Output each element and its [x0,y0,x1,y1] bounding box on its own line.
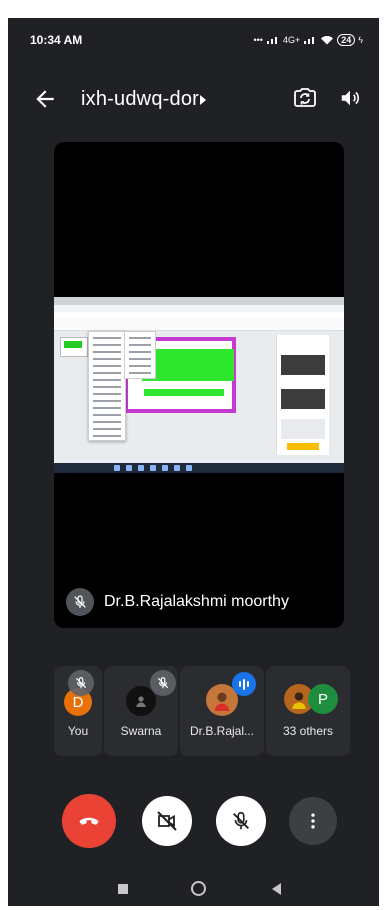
meeting-code[interactable]: ixh-udwq-dor [81,88,199,111]
dots-icon: ••• [253,35,263,45]
camera-off-icon [157,811,177,831]
wifi-icon [321,36,334,45]
meet-app-screen: 10:34 AM ••• 4G+ 24 ϟ ixh-udwq-dor Dr.B.… [8,18,379,906]
participant-label: You [67,724,89,738]
back-arrow-icon[interactable] [32,86,58,112]
battery-level: 24 [337,34,356,46]
back-button-icon[interactable] [272,883,281,895]
more-vert-icon [311,813,315,829]
participant-label: Dr.B.Rajal... [189,724,255,738]
signal-icon [266,37,277,44]
participant-tile-rajalakshmi[interactable]: Dr.B.Rajal... [180,666,264,756]
home-button-icon[interactable] [191,881,206,896]
end-call-icon [79,817,99,825]
avatar: P [308,684,338,714]
charging-icon: ϟ [358,35,363,45]
main-video-tile[interactable]: Dr.B.Rajalakshmi moorthy [54,142,344,628]
speaking-indicator-icon [232,672,256,696]
recents-button-icon[interactable] [118,884,128,894]
participant-label: Swarna [120,724,162,738]
more-options-button[interactable] [289,797,337,845]
participant-tile-swarna[interactable]: Swarna [104,666,178,756]
system-nav-bar [8,872,379,906]
network-badge: 4G+ [282,35,301,45]
mic-off-icon [66,588,94,616]
participant-strip: D You Swarna Dr.B.Rajal... P 33 others [54,666,350,756]
status-icons: ••• 4G+ 24 ϟ [253,34,363,46]
speaker-icon[interactable] [339,87,361,109]
end-call-button[interactable] [62,794,116,848]
mic-off-icon [233,811,249,830]
main-participant-name: Dr.B.Rajalakshmi moorthy [104,593,289,610]
camera-toggle-button[interactable] [142,796,192,846]
participant-tile-you[interactable]: D You [54,666,102,756]
signal-icon [304,37,315,44]
mic-toggle-button[interactable] [216,796,266,846]
main-tile-name-label: Dr.B.Rajalakshmi moorthy [66,588,289,616]
status-bar: 10:34 AM ••• 4G+ 24 ϟ [8,18,379,62]
meeting-details-arrow-icon[interactable] [200,95,206,105]
mic-off-icon [68,670,94,696]
switch-camera-icon[interactable] [293,86,317,110]
status-time: 10:34 AM [30,33,83,47]
participant-tile-others[interactable]: P 33 others [266,666,350,756]
mic-off-icon [150,670,176,696]
participant-label: 33 others [282,724,334,738]
shared-screen-image [54,297,344,473]
app-bar: ixh-udwq-dor [8,80,379,120]
